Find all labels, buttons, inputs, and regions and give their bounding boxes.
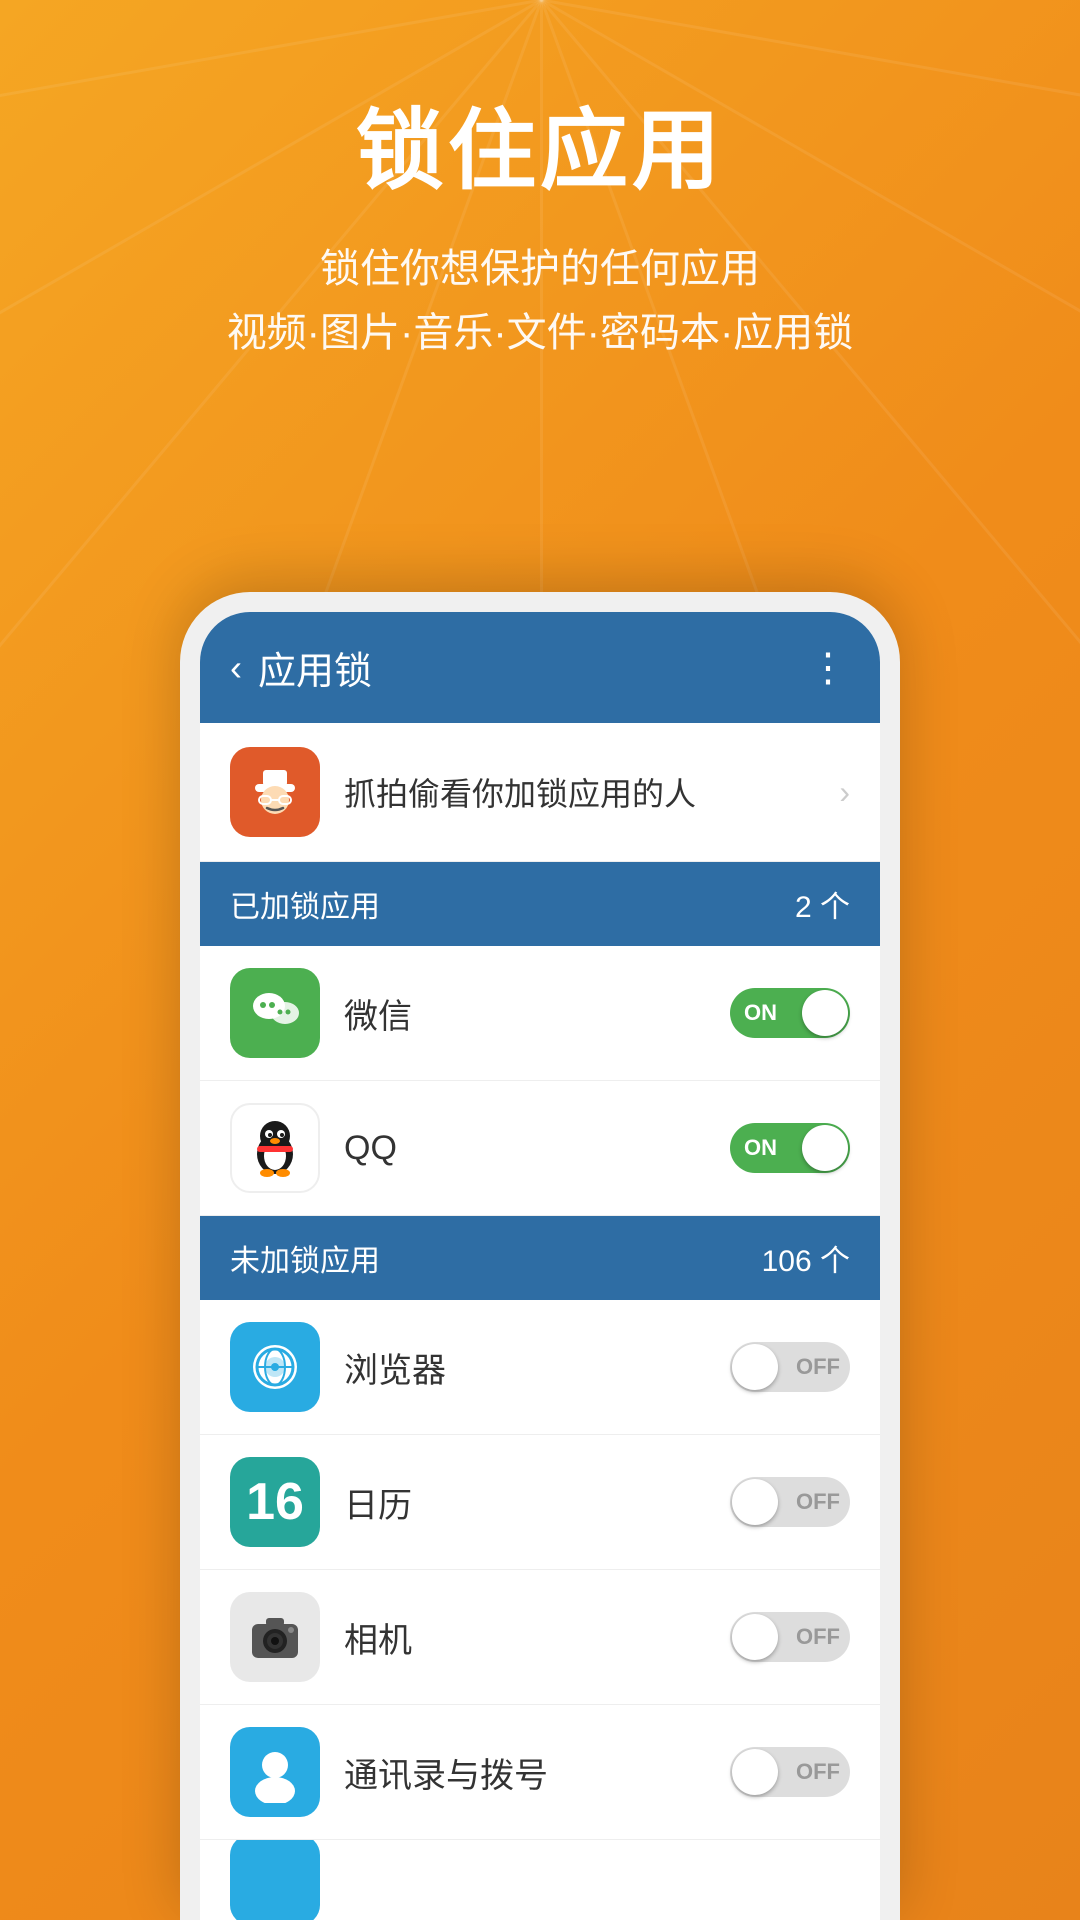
- unlocked-section-header: 未加锁应用 106 个: [200, 1216, 880, 1300]
- qq-name: QQ: [344, 1129, 730, 1168]
- phone-container: ‹ 应用锁 ⋮: [180, 592, 900, 1920]
- qq-toggle[interactable]: ON: [730, 1123, 850, 1173]
- contacts-name: 通讯录与拨号: [344, 1748, 730, 1797]
- subtitle-line2: 视频·图片·音乐·文件·密码本·应用锁: [0, 301, 1080, 365]
- camera-name: 相机: [344, 1613, 730, 1662]
- qq-row: QQ ON: [200, 1081, 880, 1216]
- camera-icon: [230, 1592, 320, 1682]
- app-bar-title: 应用锁: [258, 640, 372, 695]
- header-section: 锁住应用 锁住你想保护的任何应用 视频·图片·音乐·文件·密码本·应用锁: [0, 0, 1080, 365]
- unlocked-section-title: 未加锁应用: [230, 1236, 380, 1280]
- calendar-number: 16: [246, 1472, 304, 1532]
- browser-name: 浏览器: [344, 1343, 730, 1392]
- spy-row[interactable]: 抓拍偷看你加锁应用的人 ›: [200, 723, 880, 862]
- app-bar: ‹ 应用锁 ⋮: [200, 612, 880, 723]
- contacts-icon: [230, 1727, 320, 1817]
- subtitle: 锁住你想保护的任何应用 视频·图片·音乐·文件·密码本·应用锁: [0, 237, 1080, 365]
- spy-chevron: ›: [839, 774, 850, 811]
- calendar-toggle[interactable]: OFF: [730, 1477, 850, 1527]
- camera-row: 相机 OFF: [200, 1570, 880, 1705]
- spy-icon: [230, 747, 320, 837]
- unlocked-section-count: 106 个: [762, 1236, 850, 1280]
- subtitle-line1: 锁住你想保护的任何应用: [0, 237, 1080, 301]
- more-button[interactable]: ⋮: [808, 645, 850, 691]
- browser-toggle[interactable]: OFF: [730, 1342, 850, 1392]
- contacts-toggle[interactable]: OFF: [730, 1747, 850, 1797]
- phone-outer: ‹ 应用锁 ⋮: [180, 592, 900, 1920]
- locked-section-count: 2 个: [795, 882, 850, 926]
- browser-row: 浏览器 OFF: [200, 1300, 880, 1435]
- browser-icon: [230, 1322, 320, 1412]
- wechat-toggle[interactable]: ON: [730, 988, 850, 1038]
- calendar-icon: 16: [230, 1457, 320, 1547]
- locked-section-title: 已加锁应用: [230, 882, 380, 926]
- locked-section-header: 已加锁应用 2 个: [200, 862, 880, 946]
- phone-screen: ‹ 应用锁 ⋮: [200, 612, 880, 1920]
- camera-toggle[interactable]: OFF: [730, 1612, 850, 1662]
- app-bar-left: ‹ 应用锁: [230, 640, 372, 695]
- partial-icon: [230, 1840, 320, 1920]
- wechat-row: 微信 ON: [200, 946, 880, 1081]
- partial-row: [200, 1840, 880, 1920]
- calendar-row: 16 日历 OFF: [200, 1435, 880, 1570]
- calendar-name: 日历: [344, 1478, 730, 1527]
- back-button[interactable]: ‹: [230, 650, 242, 686]
- spy-text: 抓拍偷看你加锁应用的人: [344, 769, 839, 815]
- contacts-row: 通讯录与拨号 OFF: [200, 1705, 880, 1840]
- qq-icon: [230, 1103, 320, 1193]
- wechat-icon: [230, 968, 320, 1058]
- wechat-name: 微信: [344, 989, 730, 1038]
- main-title: 锁住应用: [0, 80, 1080, 207]
